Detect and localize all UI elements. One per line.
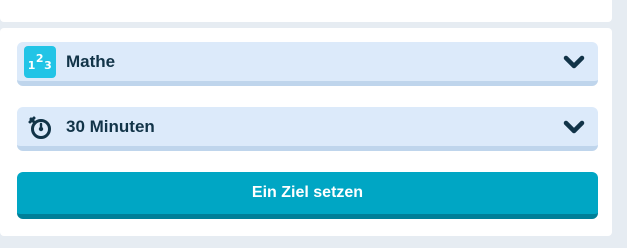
digit-3: 3 bbox=[44, 59, 53, 72]
digit-1: 1 bbox=[27, 59, 36, 72]
subject-icon-wrapper: 123 bbox=[24, 45, 56, 78]
subject-select[interactable]: 123 Mathe bbox=[17, 42, 598, 86]
previous-card-edge bbox=[0, 0, 612, 22]
subject-select-label: Mathe bbox=[66, 51, 116, 71]
duration-select-label: 30 Minuten bbox=[66, 116, 155, 136]
number-123-icon: 123 bbox=[24, 45, 56, 78]
digit-2: 2 bbox=[35, 52, 45, 65]
goal-setting-card: 123 Mathe 30 Minuten Ein Ziel setzen bbox=[0, 28, 612, 236]
duration-icon-wrapper bbox=[24, 111, 56, 143]
set-goal-button[interactable]: Ein Ziel setzen bbox=[17, 172, 598, 219]
chevron-down-icon bbox=[563, 55, 585, 68]
duration-select[interactable]: 30 Minuten bbox=[17, 107, 598, 151]
stopwatch-icon bbox=[28, 116, 51, 139]
chevron-down-icon bbox=[563, 120, 585, 133]
